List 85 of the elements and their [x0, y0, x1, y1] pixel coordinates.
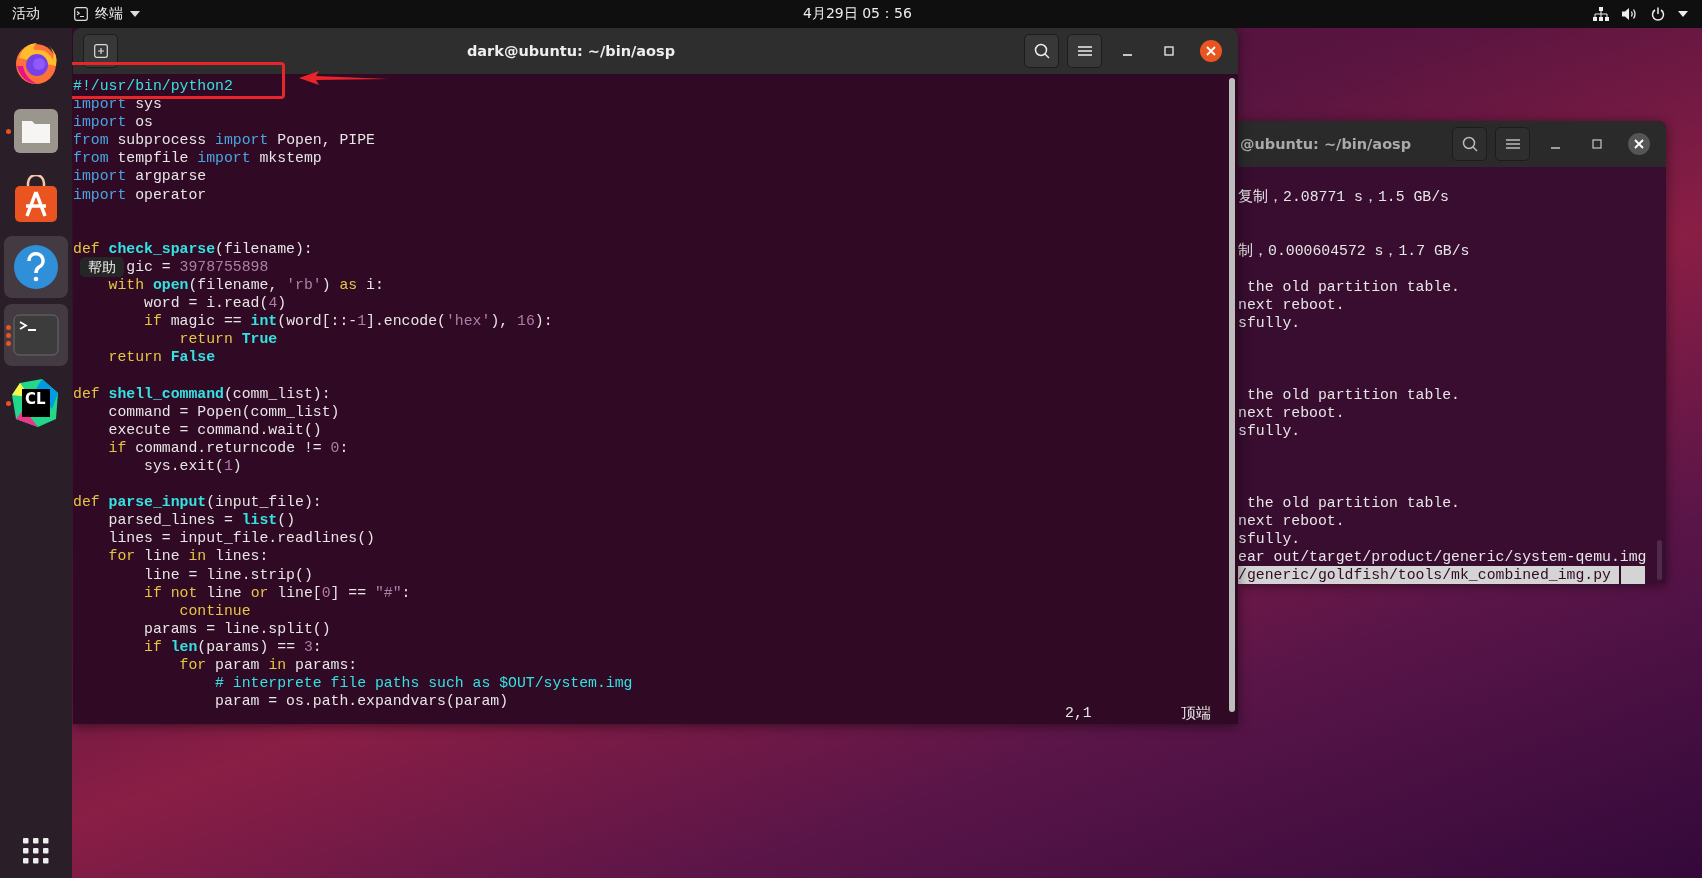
code-line: # interprete file paths such as $OUT/system.img — [215, 675, 633, 692]
code-line: line = line.strip() — [144, 566, 313, 583]
tooltip: 帮助 — [80, 257, 124, 277]
code-line: from subprocess import Popen, PIPE — [73, 132, 375, 149]
code-line: #!/usr/bin/python2 — [73, 78, 233, 94]
caret-icon — [130, 11, 140, 17]
code-line: def parse_input(input_file): — [73, 494, 322, 511]
menu-icon — [1505, 139, 1520, 149]
code-line: for param in params: — [179, 657, 358, 673]
terminal-icon — [13, 314, 59, 356]
menu-button[interactable] — [1495, 127, 1530, 161]
shopping-bag-icon — [13, 175, 59, 223]
terminal-line: sfully. — [1238, 530, 1301, 548]
scrollbar[interactable] — [1229, 78, 1235, 712]
code-line: import sys — [73, 96, 162, 113]
minimize-icon — [1122, 54, 1132, 56]
new-tab-icon — [93, 44, 108, 58]
code-line: return True — [179, 331, 278, 348]
terminal-line: 制，0.000604572 s，1.7 GB/s — [1238, 242, 1470, 260]
maximize-icon — [1592, 139, 1602, 149]
folder-icon — [13, 108, 59, 154]
code-line: import argparse — [73, 168, 207, 185]
code-line: command = Popen(comm_list) — [108, 403, 340, 420]
code-line: if command.returncode != 0: — [108, 439, 349, 456]
code-line: for line in lines: — [108, 548, 269, 565]
close-icon — [1206, 46, 1216, 56]
power-icon[interactable] — [1651, 7, 1665, 21]
app-menu[interactable]: 终端 — [74, 5, 140, 23]
code-line: execute = command.wait() — [108, 421, 322, 438]
terminal-icon — [74, 7, 88, 21]
apps-grid-icon[interactable] — [23, 838, 49, 864]
terminal-line: next reboot. — [1238, 512, 1345, 530]
maximize-icon — [1164, 46, 1174, 56]
close-button[interactable] — [1200, 40, 1222, 62]
terminal-line: next reboot. — [1238, 296, 1345, 314]
search-button[interactable] — [1024, 34, 1059, 68]
scroll-position: 顶端 — [1181, 704, 1211, 722]
code-line: sys.exit(1) — [144, 457, 242, 474]
terminal-line: the old partition table. — [1245, 386, 1460, 404]
code-line: import operator — [73, 186, 207, 203]
code-line: params = line.split() — [144, 620, 331, 637]
terminal-line: 复制，2.08771 s，1.5 GB/s — [1238, 188, 1449, 206]
clock[interactable]: 4月29日 05：56 — [803, 5, 912, 23]
terminal-line: the old partition table. — [1245, 494, 1460, 512]
code-line: def check_sparse(filename): — [73, 240, 313, 257]
dock-item[interactable]: CL — [4, 372, 68, 434]
close-button[interactable] — [1628, 133, 1650, 155]
terminal-line: ear out/target/product/generic/system-qemu.img — [1238, 548, 1647, 566]
menu-icon — [1077, 46, 1092, 56]
terminal-line: sfully. — [1238, 422, 1301, 440]
volume-icon[interactable] — [1622, 7, 1638, 21]
code-line: return False — [108, 349, 216, 366]
ide-icon: CL — [12, 379, 60, 427]
code-line: import os — [73, 114, 153, 131]
network-icon[interactable] — [1593, 7, 1609, 21]
code-line: word = i.read(4) — [144, 295, 287, 312]
scrollbar[interactable] — [1657, 540, 1662, 580]
code-line: if not line or line[0] == "#": — [144, 584, 411, 601]
activities-button[interactable]: 活动 — [12, 5, 40, 23]
cursor-position: 2,1 — [1065, 704, 1092, 722]
code-line: with open(filename, 'rb') as i: — [108, 277, 384, 294]
code-line: if len(params) == 3: — [144, 638, 322, 655]
flame-globe-icon — [13, 40, 59, 86]
code-line: gic = 3978755898 — [126, 258, 269, 275]
window-title: dark@ubuntu: ~/bin/aosp — [465, 43, 677, 59]
code-line: continue — [179, 602, 251, 619]
dock-item[interactable] — [4, 236, 68, 298]
minimize-icon — [1550, 147, 1560, 149]
window-title: @ubuntu: ~/bin/aosp — [1240, 136, 1412, 152]
code-line: parsed_lines = list() — [108, 512, 296, 529]
code-line: lines = input_file.readlines() — [108, 530, 375, 547]
search-button[interactable] — [1452, 127, 1487, 161]
terminal-line: the old partition table. — [1245, 278, 1460, 296]
caret-icon[interactable] — [1678, 11, 1688, 17]
code-line: param = os.path.expandvars(param) — [215, 693, 509, 710]
search-icon — [1033, 43, 1050, 59]
terminal-line: next reboot. — [1238, 404, 1345, 422]
search-icon — [1461, 136, 1478, 152]
close-icon — [1634, 139, 1644, 149]
code-line: from tempfile import mkstemp — [73, 150, 322, 167]
help-icon — [13, 244, 59, 290]
menu-button[interactable] — [1067, 34, 1102, 68]
code-line: def shell_command(comm_list): — [73, 385, 331, 402]
code-line: if magic == int(word[::-1].encode('hex'), 16): — [144, 313, 553, 330]
terminal-line: sfully. — [1238, 314, 1301, 332]
